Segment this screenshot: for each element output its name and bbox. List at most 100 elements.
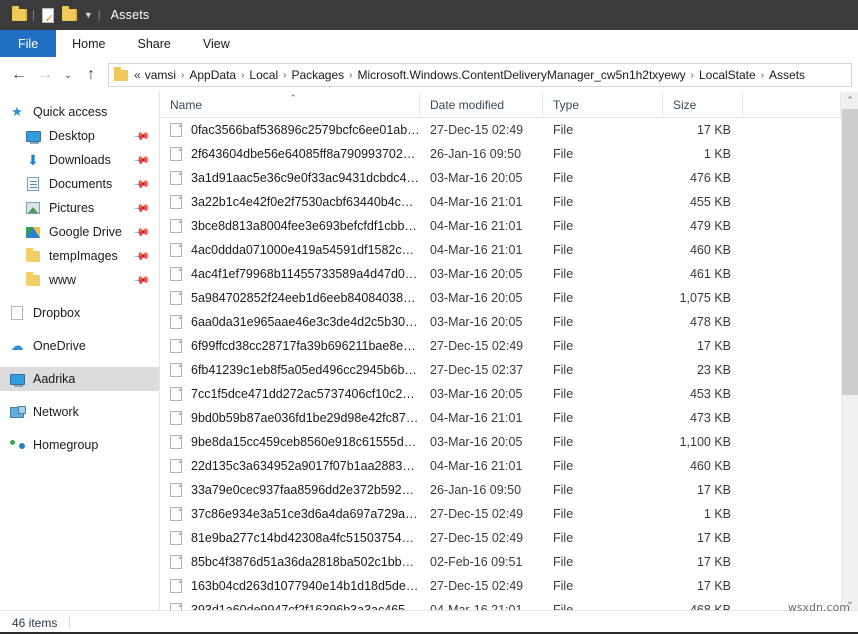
table-row[interactable]: 9be8da15cc459ceb8560e918c61555d0291...03… xyxy=(160,430,841,454)
file-name-cell[interactable]: 33a79e0cec937faa8596dd2e372b59211114... xyxy=(160,483,420,497)
table-row[interactable]: 0fac3566baf536896c2579bcfc6ee01ab443...2… xyxy=(160,118,841,142)
breadcrumb-item-localstate[interactable]: LocalState xyxy=(699,68,756,82)
breadcrumb-item-local[interactable]: Local xyxy=(249,68,278,82)
sidebar-item-onedrive[interactable]: ☁ OneDrive xyxy=(0,334,159,358)
table-row[interactable]: 81e9ba277c14bd42308a4fc5150375426709...2… xyxy=(160,526,841,550)
breadcrumb-overflow[interactable]: « xyxy=(134,68,141,82)
file-name-cell[interactable]: 9be8da15cc459ceb8560e918c61555d0291... xyxy=(160,435,420,449)
table-row[interactable]: 4ac0ddda071000e419a54591df1582c5b25...04… xyxy=(160,238,841,262)
table-row[interactable]: 5a984702852f24eeb1d6eeb84084038a0c5e...0… xyxy=(160,286,841,310)
table-row[interactable]: 3a22b1c4e42f0e2f7530acbf63440b4c5b97...0… xyxy=(160,190,841,214)
table-row[interactable]: 6aa0da31e965aae46e3c3de4d2c5b30efd8...03… xyxy=(160,310,841,334)
sidebar-item-downloads[interactable]: ⬇ Downloads 📌 xyxy=(0,148,159,172)
tab-home[interactable]: Home xyxy=(56,30,121,57)
pin-icon[interactable]: 📌 xyxy=(133,247,152,266)
file-name-cell[interactable]: 0fac3566baf536896c2579bcfc6ee01ab443... xyxy=(160,123,420,137)
tab-view[interactable]: View xyxy=(187,30,246,57)
tab-file[interactable]: File xyxy=(0,30,56,57)
pin-icon[interactable]: 📌 xyxy=(133,151,152,170)
table-row[interactable]: 6f99ffcd38cc28717fa39b696211bae8ed6c...2… xyxy=(160,334,841,358)
file-icon xyxy=(170,267,182,281)
pin-icon[interactable]: 📌 xyxy=(133,223,152,242)
file-date-cell: 03-Mar-16 20:05 xyxy=(420,171,543,185)
breadcrumb-item-appdata[interactable]: AppData xyxy=(189,68,236,82)
sidebar-item-aadrika[interactable]: Aadrika xyxy=(0,367,159,391)
table-row[interactable]: 4ac4f1ef79968b11455733589a4d47d0283b...0… xyxy=(160,262,841,286)
recent-locations-icon[interactable]: ⌄ xyxy=(58,62,78,88)
back-arrow-icon[interactable]: ← xyxy=(6,62,32,88)
table-row[interactable]: 3bce8d813a8004fee3e693befcfdf1cbb6e3...0… xyxy=(160,214,841,238)
pin-icon[interactable]: 📌 xyxy=(133,127,152,146)
sidebar-item-tempimages[interactable]: tempImages 📌 xyxy=(0,244,159,268)
table-row[interactable]: 85bc4f3876d51a36da2818ba502c1bb867e...02… xyxy=(160,550,841,574)
pin-icon[interactable]: 📌 xyxy=(133,175,152,194)
scrollbar-track[interactable] xyxy=(842,109,858,593)
file-size-cell: 453 KB xyxy=(663,387,743,401)
table-row[interactable]: 6fb41239c1eb8f5a05ed496cc2945b6b05e9...2… xyxy=(160,358,841,382)
sidebar-item-www[interactable]: www 📌 xyxy=(0,268,159,292)
table-row[interactable]: 37c86e934e3a51ce3d6a4da697a729ae4de...27… xyxy=(160,502,841,526)
file-name-cell[interactable]: 37c86e934e3a51ce3d6a4da697a729ae4de... xyxy=(160,507,420,521)
file-name-cell[interactable]: 85bc4f3876d51a36da2818ba502c1bb867e... xyxy=(160,555,420,569)
sidebar-item-dropbox[interactable]: Dropbox xyxy=(0,301,159,325)
folder-icon[interactable] xyxy=(8,4,30,26)
column-header-date-modified[interactable]: Date modified xyxy=(420,92,543,117)
scrollbar-thumb[interactable] xyxy=(842,109,858,395)
file-name-cell[interactable]: 4ac4f1ef79968b11455733589a4d47d0283b... xyxy=(160,267,420,281)
pin-icon[interactable]: 📌 xyxy=(133,199,152,218)
file-name-cell[interactable]: 81e9ba277c14bd42308a4fc5150375426709... xyxy=(160,531,420,545)
column-header-name[interactable]: Name ⌃ xyxy=(160,92,420,117)
file-name-cell[interactable]: 22d135c3a634952a9017f07b1aa28835fc6b... xyxy=(160,459,420,473)
file-name-cell[interactable]: 9bd0b59b87ae036fd1be29d98e42fc87ee9... xyxy=(160,411,420,425)
file-name-cell[interactable]: 3bce8d813a8004fee3e693befcfdf1cbb6e3... xyxy=(160,219,420,233)
sidebar-item-documents[interactable]: Documents 📌 xyxy=(0,172,159,196)
breadcrumb[interactable]: « vamsi › AppData › Local › Packages › M… xyxy=(108,63,852,87)
breadcrumb-item-contentdeliverymanager[interactable]: Microsoft.Windows.ContentDeliveryManager… xyxy=(358,68,686,82)
file-size-cell: 1 KB xyxy=(663,147,743,161)
file-type-cell: File xyxy=(543,483,663,497)
file-size-cell: 17 KB xyxy=(663,339,743,353)
up-arrow-icon[interactable]: ↑ xyxy=(78,62,104,88)
table-row[interactable]: 163b04cd263d1077940e14b1d18d5def4db...27… xyxy=(160,574,841,598)
breadcrumb-item-packages[interactable]: Packages xyxy=(291,68,344,82)
file-name-cell[interactable]: 3a1d91aac5e36c9e0f33ac9431dcbdc41c1... xyxy=(160,171,420,185)
sidebar-item-desktop[interactable]: Desktop 📌 xyxy=(0,124,159,148)
sidebar-item-homegroup[interactable]: Homegroup xyxy=(0,433,159,457)
chevron-down-icon[interactable]: ▼ xyxy=(81,10,96,20)
file-name-cell[interactable]: 7cc1f5dce471dd272ac5737406cf10c2c3d1... xyxy=(160,387,420,401)
file-name-cell[interactable]: 163b04cd263d1077940e14b1d18d5def4db... xyxy=(160,579,420,593)
sidebar-item-pictures[interactable]: Pictures 📌 xyxy=(0,196,159,220)
column-header-blank[interactable] xyxy=(743,92,841,117)
sidebar-item-network[interactable]: Network xyxy=(0,400,159,424)
file-type-cell: File xyxy=(543,195,663,209)
file-type-cell: File xyxy=(543,555,663,569)
file-name-cell[interactable]: 3a22b1c4e42f0e2f7530acbf63440b4c5b97... xyxy=(160,195,420,209)
file-name-cell[interactable]: 6fb41239c1eb8f5a05ed496cc2945b6b05e9... xyxy=(160,363,420,377)
quick-access-toolbar: | ▼ | xyxy=(8,4,103,26)
sidebar-item-google-drive[interactable]: Google Drive 📌 xyxy=(0,220,159,244)
table-row[interactable]: 3a1d91aac5e36c9e0f33ac9431dcbdc41c1...03… xyxy=(160,166,841,190)
file-name-cell[interactable]: 6aa0da31e965aae46e3c3de4d2c5b30efd8... xyxy=(160,315,420,329)
column-header-type[interactable]: Type xyxy=(543,92,663,117)
breadcrumb-item-assets[interactable]: Assets xyxy=(769,68,805,82)
table-row[interactable]: 22d135c3a634952a9017f07b1aa28835fc6b...0… xyxy=(160,454,841,478)
file-name-cell[interactable]: 4ac0ddda071000e419a54591df1582c5b25... xyxy=(160,243,420,257)
new-folder-icon[interactable] xyxy=(59,4,81,26)
table-row[interactable]: 9bd0b59b87ae036fd1be29d98e42fc87ee9...04… xyxy=(160,406,841,430)
scroll-up-icon[interactable]: ⌃ xyxy=(842,92,858,109)
file-name-cell[interactable]: 393d1a60de9947cf2f16396b3a3ac4656986... xyxy=(160,603,420,610)
file-name-cell[interactable]: 5a984702852f24eeb1d6eeb84084038a0c5e... xyxy=(160,291,420,305)
file-name-cell[interactable]: 2f643604dbe56e64085ff8a7909937026763... xyxy=(160,147,420,161)
table-row[interactable]: 393d1a60de9947cf2f16396b3a3ac4656986...0… xyxy=(160,598,841,610)
pin-icon[interactable]: 📌 xyxy=(133,271,152,290)
vertical-scrollbar[interactable]: ⌃ ⌄ xyxy=(841,92,858,610)
table-row[interactable]: 33a79e0cec937faa8596dd2e372b59211114...2… xyxy=(160,478,841,502)
tab-share[interactable]: Share xyxy=(122,30,187,57)
column-header-size[interactable]: Size xyxy=(663,92,743,117)
table-row[interactable]: 7cc1f5dce471dd272ac5737406cf10c2c3d1...0… xyxy=(160,382,841,406)
breadcrumb-item-vamsi[interactable]: vamsi xyxy=(145,68,176,82)
table-row[interactable]: 2f643604dbe56e64085ff8a7909937026763...2… xyxy=(160,142,841,166)
sidebar-item-quick-access[interactable]: ★ Quick access xyxy=(0,100,159,124)
properties-icon[interactable] xyxy=(37,4,59,26)
file-name-cell[interactable]: 6f99ffcd38cc28717fa39b696211bae8ed6c... xyxy=(160,339,420,353)
